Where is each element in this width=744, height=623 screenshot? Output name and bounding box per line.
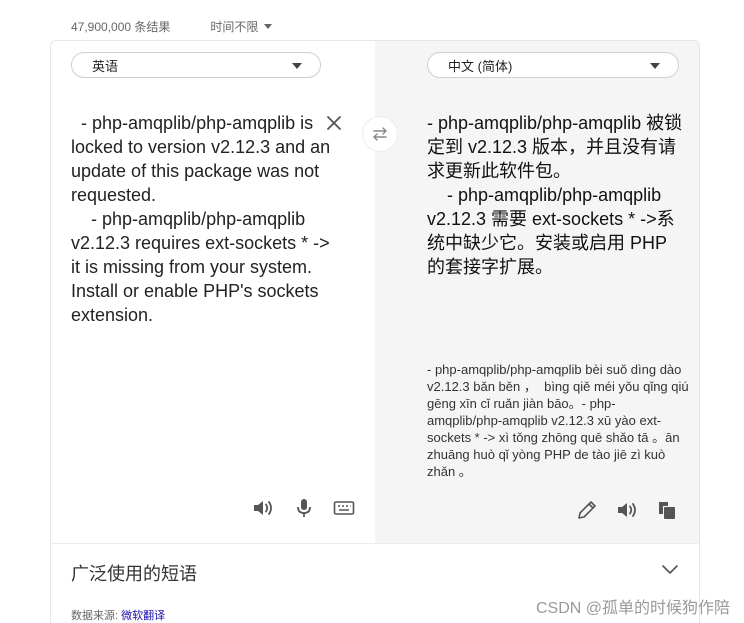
- speaker-icon: [254, 501, 272, 515]
- pinyin-output: - php-amqplib/php-amqplib bèi suǒ dìng d…: [427, 362, 693, 479]
- copy-translation-button[interactable]: [655, 498, 679, 522]
- microphone-icon: [297, 499, 311, 517]
- target-pane: 中文 (简体) - php-amqplib/php-amqplib 被锁定到 v…: [375, 41, 699, 543]
- time-filter-label: 时间不限: [210, 19, 259, 34]
- close-icon: [327, 116, 341, 130]
- chevron-down-icon: [650, 63, 660, 69]
- source-language-select[interactable]: 英语: [71, 52, 321, 78]
- keyboard-button[interactable]: [332, 496, 356, 520]
- chevron-down-icon: [264, 24, 273, 29]
- keyboard-icon: [333, 501, 355, 515]
- chevron-down-icon: [662, 565, 678, 574]
- listen-source-button[interactable]: [251, 496, 275, 520]
- clear-button[interactable]: [324, 113, 344, 133]
- common-phrases-label: 广泛使用的短语: [71, 564, 197, 584]
- source-pane: 英语 - php-amqplib/php-amqplib is locked t…: [51, 41, 375, 543]
- time-filter-dropdown[interactable]: 时间不限: [210, 18, 273, 35]
- watermark: CSDN @孤单的时候狗作陪: [535, 600, 730, 617]
- common-phrases-expander[interactable]: 广泛使用的短语: [51, 543, 699, 600]
- results-bar: 47,900,000 条结果 时间不限: [71, 17, 744, 35]
- microsoft-translator-link[interactable]: 微软翻译: [121, 610, 165, 622]
- page: 47,900,000 条结果 时间不限 英语 - php-amqplib/php…: [0, 0, 744, 623]
- results-count: 47,900,000 条结果: [71, 19, 171, 34]
- source-language-label: 英语: [92, 58, 119, 74]
- listen-translation-button[interactable]: [615, 498, 639, 522]
- translator-card: 英语 - php-amqplib/php-amqplib is locked t…: [50, 40, 700, 623]
- swap-languages-button[interactable]: [363, 117, 397, 151]
- swap-icon: [373, 127, 387, 141]
- copy-icon: [659, 502, 675, 519]
- translation-output: - php-amqplib/php-amqplib 被锁定到 v2.12.3 版…: [427, 113, 683, 277]
- edit-translation-button[interactable]: [575, 498, 599, 522]
- data-source-line: 数据来源: 微软翻译: [71, 607, 165, 623]
- target-language-select[interactable]: 中文 (简体): [427, 52, 679, 78]
- voice-input-button[interactable]: [292, 496, 316, 520]
- speaker-icon: [618, 503, 636, 517]
- pencil-icon: [578, 501, 596, 519]
- chevron-down-icon: [292, 63, 302, 69]
- source-text-input[interactable]: - php-amqplib/php-amqplib is locked to v…: [71, 111, 333, 327]
- data-source-prefix: 数据来源:: [71, 610, 122, 622]
- target-language-label: 中文 (简体): [448, 58, 513, 74]
